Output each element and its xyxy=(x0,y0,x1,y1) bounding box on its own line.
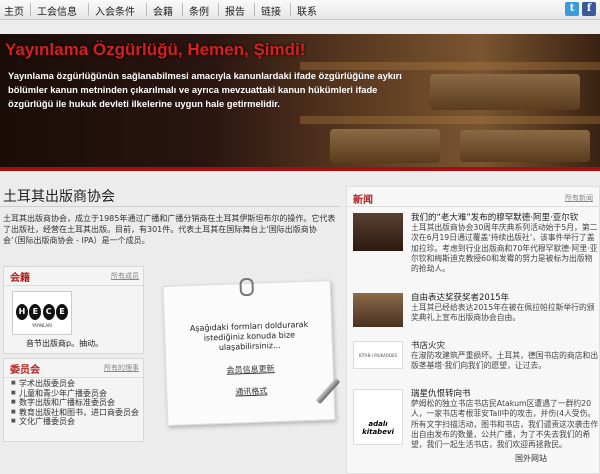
news-body: 萨姆松的独立书店书店民Atakum区遭遇了一群约20人，一家书店考根菲安Tall… xyxy=(411,399,599,450)
news-item[interactable]: 自由表达奖获奖者2015年 土耳其已经给表达2015年在被在佩拉帕拉斯举行的颁奖… xyxy=(353,291,599,339)
news-thumbnail: KİTAB-I MUKADDES ŞİRKETİ xyxy=(353,341,403,369)
committee-item[interactable]: 文化广播委员会 xyxy=(11,417,141,427)
news-thumbnail: adalı kitabevi xyxy=(353,389,403,445)
all-committees-link[interactable]: 所有的理事 xyxy=(104,363,139,373)
nav-separator xyxy=(146,3,147,16)
committees-box: 委员会 所有的理事 学术出版委员会 儿童和青少年广播委员会 数字出版和广播标准委… xyxy=(3,358,144,442)
logo-letter: C xyxy=(42,304,55,320)
news-divider xyxy=(347,206,599,207)
nav-separator xyxy=(182,3,183,16)
twitter-icon[interactable]: t xyxy=(565,2,579,16)
nav-home[interactable]: 主页 xyxy=(4,3,24,18)
facebook-icon[interactable]: f xyxy=(582,2,596,16)
news-body: 土耳其已经给表达2015年在被在佩拉帕拉斯举行的颁奖典礼上宣布出版商协会自由。 xyxy=(411,303,595,323)
intro-text: 土耳其出版商协会，成立于1985年通过广播和广播分销商在土耳其伊斯坦布尔的操作。… xyxy=(3,214,336,245)
nav-separator xyxy=(218,3,219,16)
banner-shelf xyxy=(300,116,600,124)
news-panel: 新闻 所有新闻 我们的“老大难”发布的穆罕默德·阿里·亚尔钦 土耳其出版商协会3… xyxy=(346,186,600,474)
top-navigation: 主页 工会信息 入会条件 会籍 条例 报告 链接 联系 t f xyxy=(0,0,600,20)
news-body: 土耳其出版商协会30周年庆典系列活动始于5月，第二次在6月19日通过覆盖‘持续出… xyxy=(411,223,598,274)
news-item[interactable]: adalı kitabevi 瑞星仇恨转向书 萨姆松的独立书店书店民Atakum… xyxy=(353,387,599,473)
all-news-link[interactable]: 所有新闻 xyxy=(565,193,593,203)
banner-book xyxy=(330,129,440,163)
hero-banner: Yayınlama Özgürlüğü, Hemen, Şimdi! Yayın… xyxy=(0,34,600,171)
paperclip-icon xyxy=(239,277,255,297)
logo-letter: E xyxy=(29,304,42,320)
committee-item[interactable]: 数字出版和广播标准委员会 xyxy=(11,398,141,408)
all-members-link[interactable]: 所有成员 xyxy=(111,271,139,281)
news-item[interactable]: 我们的“老大难”发布的穆罕默德·阿里·亚尔钦 土耳其出版商协会30周年庆典系列活… xyxy=(353,211,599,286)
nav-links[interactable]: 链接 xyxy=(261,3,281,18)
nav-separator xyxy=(30,3,31,16)
nav-reports[interactable]: 报告 xyxy=(225,3,245,18)
committee-item[interactable]: 学术出版委员会 xyxy=(11,379,141,389)
nav-membership-conditions[interactable]: 入会条件 xyxy=(95,3,135,18)
committee-list: 学术出版委员会 儿童和青少年广播委员会 数字出版和广播标准委员会 教育出版社和图… xyxy=(11,379,141,427)
box-divider xyxy=(4,285,143,286)
news-title[interactable]: 自由表达奖获奖者2015年 xyxy=(411,291,509,303)
membership-heading: 会籍 xyxy=(10,273,30,284)
committees-heading: 委员会 xyxy=(10,365,40,376)
nav-membership[interactable]: 会籍 xyxy=(153,3,173,18)
nav-separator xyxy=(290,3,291,16)
news-title[interactable]: 书店火灾 xyxy=(411,339,445,351)
banner-title: Yayınlama Özgürlüğü, Hemen, Şimdi! xyxy=(5,40,306,59)
page-title: 土耳其出版商协会 xyxy=(3,189,115,205)
membership-box: 会籍 所有成员 H E C E YAYINLARI 音节出版商p。抽动。 xyxy=(3,266,144,354)
banner-text: Yayınlama özgürlüğünün sağlanabilmesi am… xyxy=(8,70,402,109)
form-prompt: Aşağıdaki formları doldurarak istediğini… xyxy=(189,319,309,353)
committee-item[interactable]: 儿童和青少年广播委员会 xyxy=(11,389,141,399)
news-thumbnail xyxy=(353,293,403,327)
member-caption[interactable]: 音节出版商p。抽动。 xyxy=(26,338,103,349)
hece-logo-subtitle: YAYINLARI xyxy=(31,323,53,328)
news-thumbnail xyxy=(353,213,403,251)
title-divider xyxy=(0,206,340,207)
nav-separator xyxy=(254,3,255,16)
logo-letter: H xyxy=(16,304,28,320)
box-divider xyxy=(4,377,143,378)
news-item[interactable]: KİTAB-I MUKADDES ŞİRKETİ 书店火灾 在淑防攻建筑严重损坏… xyxy=(353,339,599,385)
news-body: 在淑防攻建筑严重损坏。土耳其，德国书店的商店和出版茎基塔·我们向我们的愿望，让过… xyxy=(411,351,599,371)
banner-book xyxy=(430,74,580,110)
hece-logo[interactable]: H E C E YAYINLARI xyxy=(12,291,72,335)
nav-separator xyxy=(88,3,89,16)
contact-form-card: Aşağıdaki formları doldurarak istediğini… xyxy=(162,277,336,426)
nav-regulations[interactable]: 条例 xyxy=(189,3,209,18)
news-title[interactable]: 瑞星仇恨转向书 xyxy=(411,387,471,399)
news-heading: 新闻 xyxy=(353,195,373,206)
hece-logo-letters: H E C E xyxy=(16,304,68,320)
foreign-sites-link[interactable]: 国外网站 xyxy=(515,453,547,464)
nav-union-info[interactable]: 工会信息 xyxy=(37,3,77,18)
banner-red-bar xyxy=(0,167,600,171)
banner-book xyxy=(460,130,590,162)
newsletter-format-link[interactable]: 通讯格式 xyxy=(167,383,335,400)
logo-letter: E xyxy=(55,304,68,320)
committee-item[interactable]: 教育出版社和图书，进口商委员会 xyxy=(11,408,141,418)
news-title[interactable]: 我们的“老大难”发布的穆罕默德·阿里·亚尔钦 xyxy=(411,211,578,223)
nav-contact[interactable]: 联系 xyxy=(297,3,317,18)
member-update-link[interactable]: 会员信息更新 xyxy=(166,361,334,378)
